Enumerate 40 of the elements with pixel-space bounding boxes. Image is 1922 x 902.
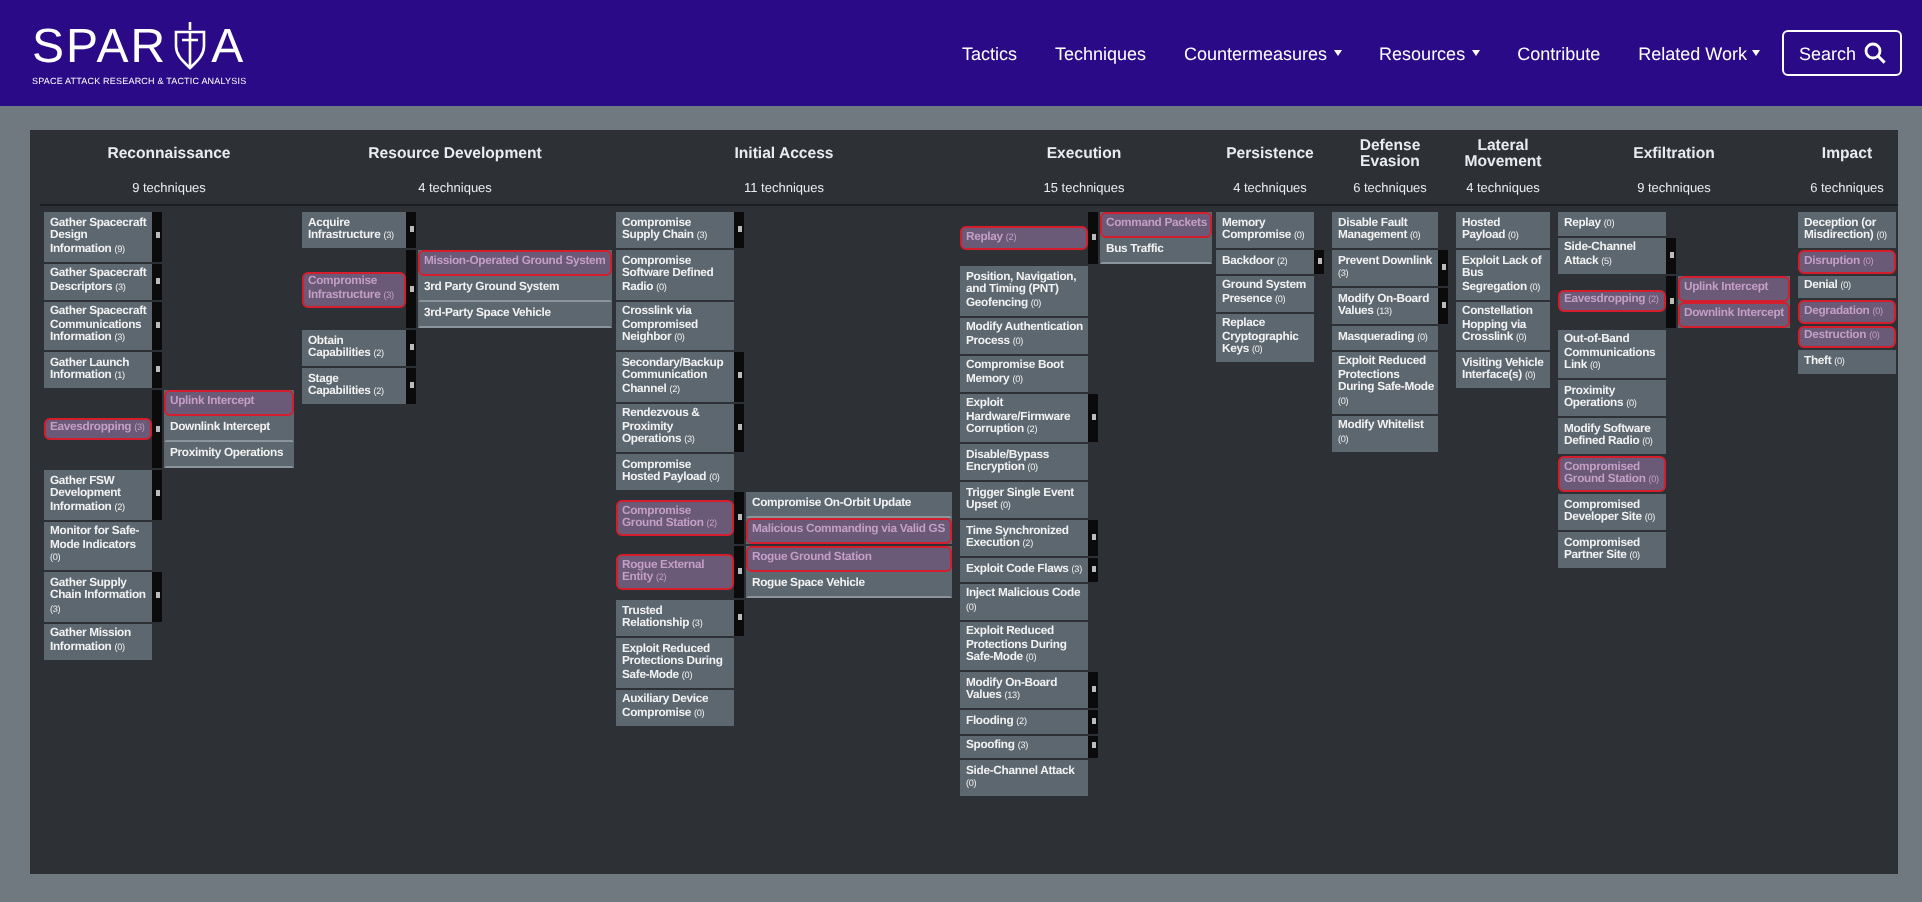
expand-handle[interactable] bbox=[1088, 393, 1098, 442]
expand-handle[interactable] bbox=[152, 470, 162, 519]
shield-icon bbox=[169, 21, 210, 69]
expand-handle[interactable] bbox=[406, 368, 416, 404]
logo-wordmark: A bbox=[211, 23, 246, 71]
expand-handle[interactable] bbox=[734, 600, 744, 636]
expand-handle[interactable] bbox=[734, 403, 744, 452]
nav-link[interactable]: Tactics bbox=[961, 43, 1017, 63]
expand-handle[interactable] bbox=[152, 263, 162, 299]
expand-handle[interactable] bbox=[406, 330, 416, 366]
search-icon bbox=[1864, 42, 1886, 64]
expand-handle[interactable] bbox=[406, 250, 416, 328]
expand-handle[interactable] bbox=[1438, 288, 1448, 324]
expand-handle[interactable] bbox=[1438, 250, 1448, 286]
search-button[interactable]: Search bbox=[1782, 30, 1902, 76]
logo-wordmark: SPAR bbox=[32, 23, 168, 71]
nav-link[interactable]: Related Work bbox=[1638, 43, 1761, 63]
nav-link[interactable]: Techniques bbox=[1054, 43, 1146, 63]
nav-link[interactable]: Countermeasures bbox=[1184, 43, 1342, 63]
expand-handle[interactable] bbox=[406, 212, 416, 248]
expand-handle[interactable] bbox=[152, 301, 162, 350]
expand-handle[interactable] bbox=[1088, 672, 1098, 708]
nav-link[interactable]: Contribute bbox=[1517, 43, 1601, 63]
expand-handle[interactable] bbox=[734, 546, 744, 598]
expand-handle[interactable] bbox=[1088, 212, 1098, 264]
expand-handle[interactable] bbox=[1088, 558, 1098, 581]
expand-handle[interactable] bbox=[152, 212, 162, 261]
expand-handle[interactable] bbox=[1666, 237, 1676, 273]
expand-handle[interactable] bbox=[1088, 520, 1098, 556]
expand-handle[interactable] bbox=[152, 390, 162, 468]
expand-handle[interactable] bbox=[1088, 710, 1098, 733]
expand-handle[interactable] bbox=[1088, 735, 1098, 758]
expand-handle[interactable] bbox=[734, 212, 744, 248]
expand-handle[interactable] bbox=[152, 572, 162, 621]
nav-link[interactable]: Resources bbox=[1379, 43, 1480, 63]
expand-handle[interactable] bbox=[734, 352, 744, 401]
expand-handle[interactable] bbox=[1666, 275, 1676, 327]
expand-handle[interactable] bbox=[1314, 250, 1324, 273]
expand-handle[interactable] bbox=[152, 352, 162, 388]
expand-handle[interactable] bbox=[734, 492, 744, 544]
